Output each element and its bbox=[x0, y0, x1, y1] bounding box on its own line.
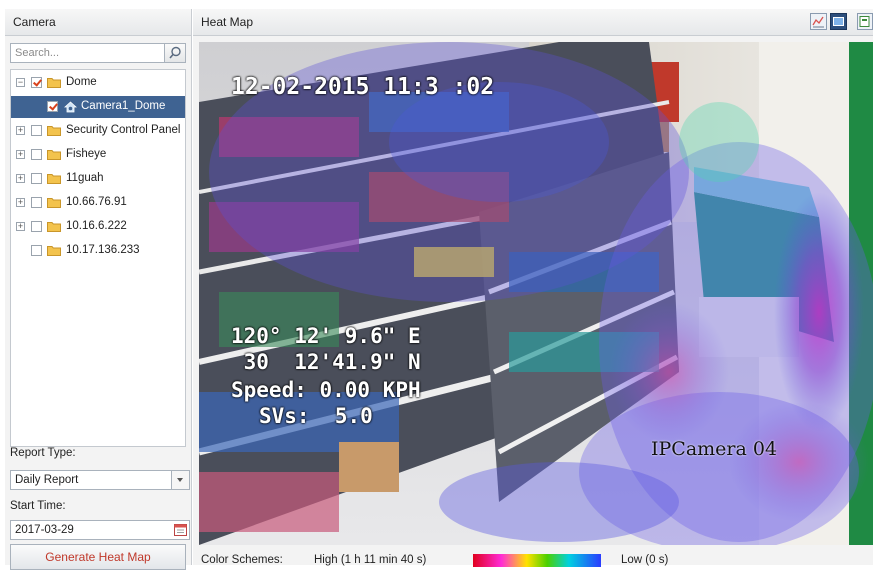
line-chart-view-button[interactable] bbox=[810, 13, 827, 30]
export-button[interactable] bbox=[857, 13, 873, 30]
tree-item-10-16-6-222[interactable]: + 10.16.6.222 bbox=[11, 216, 185, 238]
coordinate-overlay-line1: 120° 12' 9.6" E bbox=[231, 324, 421, 348]
expand-icon[interactable]: + bbox=[16, 174, 25, 183]
search-input[interactable] bbox=[11, 44, 165, 62]
checkbox[interactable] bbox=[31, 173, 42, 184]
folder-icon bbox=[47, 77, 61, 88]
tree-item-label: Security Control Panel bbox=[66, 124, 181, 136]
store-scene-image bbox=[199, 42, 873, 545]
folder-icon bbox=[47, 173, 61, 184]
tree-item-camera1-dome[interactable]: Camera1_Dome bbox=[11, 96, 185, 118]
tree-item-10-66-76-91[interactable]: + 10.66.76.91 bbox=[11, 192, 185, 214]
search-icon bbox=[169, 46, 181, 59]
folder-icon bbox=[47, 149, 61, 160]
heat-map-panel: Heat Map 12-02-2015 11:3:02 120° 12' 9.… bbox=[193, 9, 873, 567]
svs-overlay: SVs: 5.0 bbox=[259, 404, 373, 428]
checkbox[interactable] bbox=[31, 125, 42, 136]
expand-icon[interactable]: + bbox=[16, 222, 25, 231]
speed-overlay: Speed: 0.00 KPH bbox=[231, 378, 421, 402]
heat-map-icon bbox=[833, 17, 844, 26]
legend-low-label: Low (0 s) bbox=[621, 554, 669, 566]
tree-item-10-17-136-233[interactable]: 10.17.136.233 bbox=[11, 240, 185, 262]
checkbox[interactable] bbox=[31, 149, 42, 160]
start-time-field[interactable]: 2017-03-29 bbox=[10, 520, 190, 540]
checkbox[interactable] bbox=[31, 77, 42, 88]
camera-panel-title: Camera bbox=[13, 15, 56, 29]
tree-item-label: 11guah bbox=[66, 172, 104, 184]
folder-icon bbox=[47, 245, 61, 256]
tree-item-dome[interactable]: − Dome bbox=[11, 72, 185, 94]
report-type-label: Report Type: bbox=[10, 447, 76, 459]
folder-icon bbox=[47, 125, 61, 136]
top-strip bbox=[0, 0, 873, 8]
export-icon bbox=[859, 16, 870, 27]
legend-high-label: High (1 h 11 min 40 s) bbox=[314, 554, 427, 566]
tree-item-label: 10.66.76.91 bbox=[66, 196, 127, 208]
heat-map-title: Heat Map bbox=[201, 15, 254, 29]
tree-item-label: 10.17.136.233 bbox=[66, 244, 140, 256]
tree-item-label: Fisheye bbox=[66, 148, 107, 160]
color-schemes-label: Color Schemes: bbox=[201, 554, 283, 566]
camera-panel: Camera − Dome Camera1_Dome bbox=[5, 9, 192, 570]
search-button[interactable] bbox=[164, 44, 185, 62]
heat-map-view-button[interactable] bbox=[830, 13, 847, 30]
camera-panel-header: Camera bbox=[5, 9, 191, 36]
checkbox[interactable] bbox=[47, 101, 58, 112]
start-time-label: Start Time: bbox=[10, 500, 66, 512]
timestamp-overlay: 12-02-2015 11:3 :02 bbox=[231, 74, 495, 100]
expand-icon[interactable]: + bbox=[16, 126, 25, 135]
tree-item-fisheye[interactable]: + Fisheye bbox=[11, 144, 185, 166]
line-chart-icon bbox=[812, 16, 824, 28]
checkbox[interactable] bbox=[31, 245, 42, 256]
tree-item-security-control-panel[interactable]: + Security Control Panel bbox=[11, 120, 185, 142]
tree-item-label: 10.16.6.222 bbox=[66, 220, 127, 232]
expand-icon[interactable]: + bbox=[16, 198, 25, 207]
coordinate-overlay-line2: 30 12'41.9" N bbox=[231, 350, 421, 374]
collapse-icon[interactable]: − bbox=[16, 78, 25, 87]
report-type-select[interactable]: Daily Report bbox=[10, 470, 190, 490]
report-type-value: Daily Report bbox=[15, 474, 79, 486]
tree-item-11guah[interactable]: + 11guah bbox=[11, 168, 185, 190]
checkbox[interactable] bbox=[31, 221, 42, 232]
start-time-value: 2017-03-29 bbox=[15, 524, 74, 536]
folder-icon bbox=[47, 221, 61, 232]
heat-map-header: Heat Map bbox=[193, 9, 873, 36]
folder-icon bbox=[47, 197, 61, 208]
calendar-icon[interactable] bbox=[174, 523, 187, 536]
color-gradient-bar bbox=[473, 554, 601, 567]
generate-heat-map-button[interactable]: Generate Heat Map bbox=[10, 544, 186, 570]
chevron-down-icon[interactable] bbox=[171, 471, 189, 489]
camera-tree: − Dome Camera1_Dome + Security Control P… bbox=[10, 69, 186, 447]
camera-icon bbox=[64, 101, 77, 113]
expand-icon[interactable]: + bbox=[16, 150, 25, 159]
tree-item-label: Dome bbox=[66, 76, 97, 88]
search-box bbox=[10, 43, 186, 63]
color-scheme-legend: Color Schemes: High (1 h 11 min 40 s) Lo… bbox=[193, 549, 873, 567]
tree-item-label: Camera1_Dome bbox=[81, 100, 166, 112]
checkbox[interactable] bbox=[31, 197, 42, 208]
heat-map-video[interactable]: 12-02-2015 11:3 :02 120° 12' 9.6" E 30 1… bbox=[199, 42, 873, 545]
camera-name-overlay: IPCamera 04 bbox=[651, 438, 778, 460]
